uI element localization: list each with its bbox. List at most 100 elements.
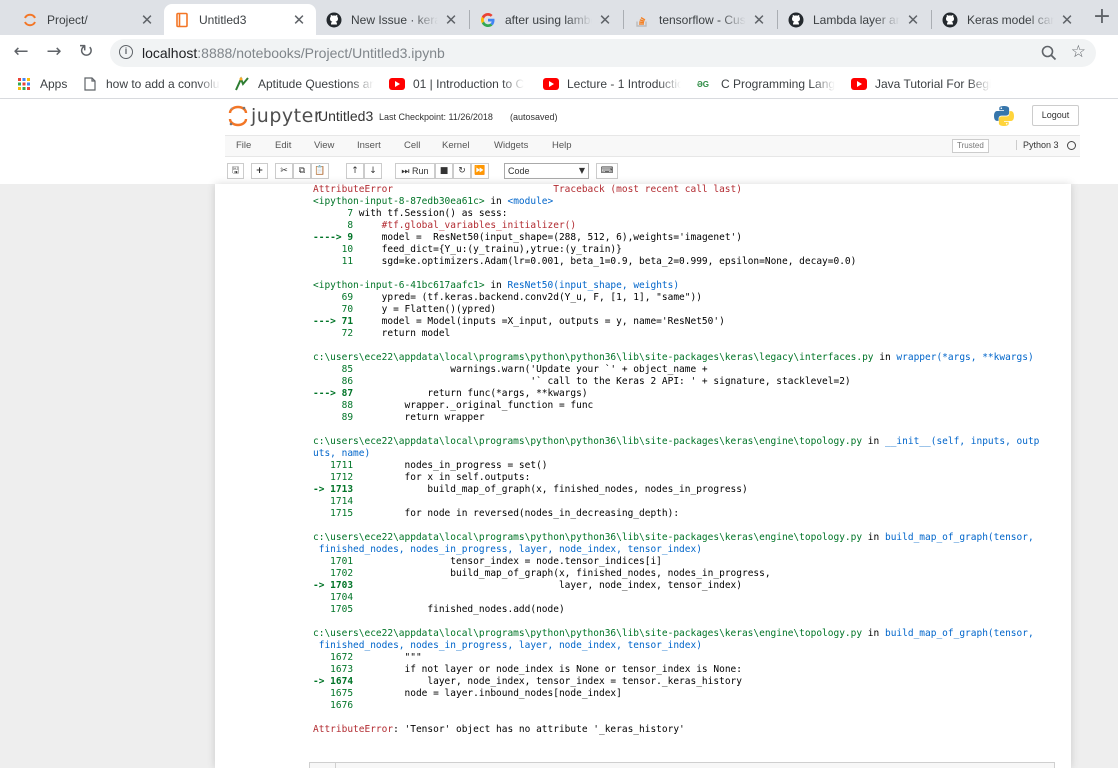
add-cell-icon[interactable]: + [251,163,268,179]
traceback-segment: y = Flatten()(ypred) [358,304,497,315]
stop-icon[interactable]: ■ [435,163,453,179]
run-button[interactable]: ⏭ Run [395,163,435,179]
menu-cell[interactable]: Cell [404,140,420,151]
traceback-segment: """ [358,652,422,663]
traceback-segment: layer, node_index, tensor_index = tensor… [358,676,742,687]
traceback-segment: AttributeError [313,724,394,735]
forward-button[interactable]: → [43,41,65,63]
traceback-segment: #tf.global_variables_initializer() [358,220,577,231]
bookmark-item[interactable]: Java Tutorial For Beginners [851,76,991,92]
close-icon[interactable]: ✕ [906,12,920,27]
notebook-container: AttributeError Traceback (most recent ca… [215,184,1071,768]
address-bar[interactable]: i localhost:8888/notebooks/Project/Untit… [110,39,1096,67]
tab-new-issue[interactable]: New Issue · keras ✕ [316,4,468,35]
traceback-segment: build_map_of_graph(x, finished_nodes, no… [358,568,771,579]
tab-title: New Issue · keras [351,12,438,27]
traceback-line: <ipython-input-6-41bc617aafc1> in ResNet… [313,280,1063,292]
close-icon[interactable]: ✕ [598,12,612,27]
bookmark-label: Java Tutorial For Beginners [875,77,991,91]
menu-edit[interactable]: Edit [275,140,291,151]
chevron-down-icon: ▼ [578,166,585,175]
traceback-segment: 86 [313,376,359,387]
close-icon[interactable]: ✕ [752,12,766,27]
restart-run-all-icon[interactable]: ⏩ [471,163,489,179]
move-down-icon[interactable]: ↓ [364,163,382,179]
traceback-segment: finished_nodes, nodes_in_progress, layer… [313,640,702,651]
cut-icon[interactable]: ✂ [275,163,293,179]
traceback-segment: tensor_index = node.tensor_indices[i] [358,556,662,567]
traceback-segment: <ipython-input-6-41bc617aafc1> [313,280,485,291]
traceback-segment: 70 [313,304,359,315]
jupyter-logo[interactable]: jupyter [228,105,322,127]
keyboard-icon[interactable]: ⌨ [596,163,618,179]
trusted-badge[interactable]: Trusted [952,139,989,153]
logout-button[interactable]: Logout [1032,105,1079,126]
traceback-segment: model = Model(inputs =X_input, outputs =… [358,316,725,327]
close-icon[interactable]: ✕ [292,12,306,27]
traceback-segment: 72 [313,328,359,339]
next-code-cell[interactable] [309,762,1055,768]
tab-keras-model[interactable]: Keras model cannot ✕ [932,4,1084,35]
menu-insert[interactable]: Insert [357,140,381,151]
apps-grid-icon [16,76,32,92]
menu-bar: File Edit View Insert Cell Kernel Widget… [225,135,1080,157]
menu-help[interactable]: Help [552,140,572,151]
bookmark-star-icon[interactable]: ☆ [1071,42,1086,62]
menu-file[interactable]: File [236,140,251,151]
bookmark-item[interactable]: Lecture - 1 Introduction [543,76,681,92]
traceback-line: 86 '` call to the Keras 2 API: ' + signa… [313,376,1063,388]
traceback-segment: __init__(self, inputs, outp [884,436,1040,447]
traceback-line: ---> 87 return func(*args, **kwargs) [313,388,1063,400]
paste-icon[interactable]: 📋 [311,163,329,179]
traceback-line: finished_nodes, nodes_in_progress, layer… [313,544,1063,556]
tab-after-using-lambda[interactable]: after using lambda ✕ [470,4,622,35]
bookmark-item[interactable]: 01 | Introduction to C [389,76,529,92]
menu-widgets[interactable]: Widgets [494,140,528,151]
bookmark-item[interactable]: ƏG C Programming Language [697,76,835,92]
traceback-line: 7 with tf.Session() as sess: [313,208,1063,220]
traceback-segment: feed_dict={Y_u:(y_trainu),ytrue:(y_train… [358,244,622,255]
traceback-segment: warnings.warn('Update your `' + object_n… [358,364,708,375]
restart-icon[interactable]: ↻ [453,163,471,179]
tab-project[interactable]: Project/ ✕ [12,4,164,35]
info-icon[interactable]: i [119,45,133,59]
traceback-segment: -> 1674 [313,676,359,687]
traceback-line: 1705 finished_nodes.add(node) [313,604,1063,616]
close-icon[interactable]: ✕ [140,12,154,27]
back-button[interactable]: ← [10,41,32,63]
url-host: localhost [142,45,198,61]
traceback-segment: 7 [313,208,359,219]
kernel-name[interactable]: Python 3 [1016,140,1059,150]
traceback-line: 85 warnings.warn('Update your `' + objec… [313,364,1063,376]
traceback-line: 88 wrapper._original_function = func [313,400,1063,412]
traceback-segment: uts, name) [313,448,371,459]
traceback-segment: AttributeError Traceback (most recent ca… [313,184,742,195]
traceback-line: 11 sgd=ke.optimizers.Adam(lr=0.001, beta… [313,256,1063,268]
notebook-name[interactable]: Untitled3 [318,108,373,124]
cell-type-select[interactable]: Code ▼ [504,163,589,179]
traceback-line: c:\users\ece22\appdata\local\programs\py… [313,352,1063,364]
copy-icon[interactable]: ⧉ [293,163,311,179]
menu-view[interactable]: View [314,140,334,151]
move-up-icon[interactable]: ↑ [346,163,364,179]
bookmark-item[interactable]: Aptitude Questions and [234,76,374,92]
close-icon[interactable]: ✕ [1060,12,1074,27]
traceback-segment: 1673 [313,664,359,675]
new-tab-button[interactable]: + [1090,6,1114,30]
tab-tensorflow-custom[interactable]: tensorflow - Custom ✕ [624,4,776,35]
bookmark-item[interactable]: how to add a convolution [82,76,220,92]
close-icon[interactable]: ✕ [444,12,458,27]
bookmark-apps[interactable]: Apps [16,76,76,92]
traceback-segment: c:\users\ece22\appdata\local\programs\py… [313,436,863,447]
reload-button[interactable]: ↻ [75,41,97,63]
traceback-line: c:\users\ece22\appdata\local\programs\py… [313,628,1063,640]
geeks-icon: ƏG [697,76,713,92]
save-icon[interactable]: 🖫 [227,163,244,179]
menu-kernel[interactable]: Kernel [442,140,469,151]
tab-lambda-layer[interactable]: Lambda layer and ✕ [778,4,930,35]
traceback-segment: in [484,196,508,207]
zoom-icon[interactable] [1040,44,1058,62]
traceback-line: uts, name) [313,448,1063,460]
traceback-segment: 69 [313,292,359,303]
tab-untitled3[interactable]: Untitled3 ✕ [164,4,316,35]
